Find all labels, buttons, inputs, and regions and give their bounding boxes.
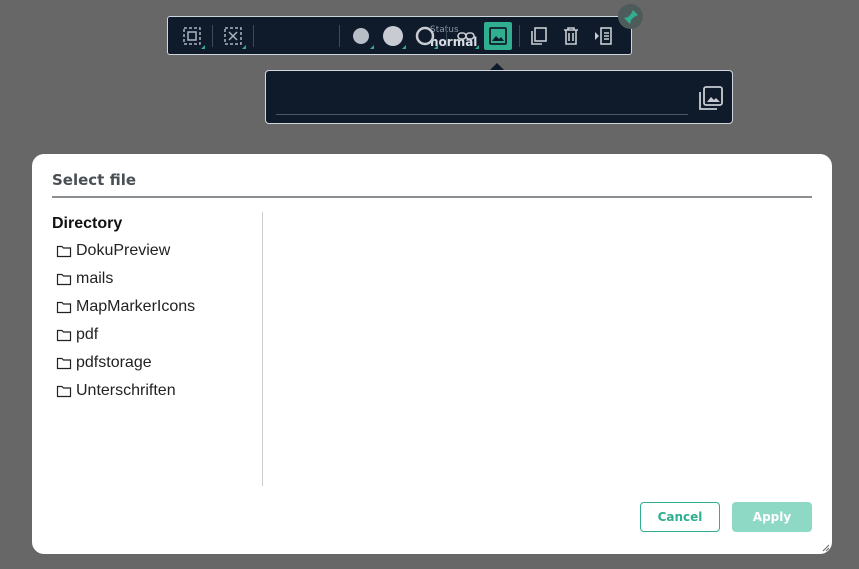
image-icon	[489, 27, 507, 45]
directory-list: DokuPreview mails MapMarkerIcons pdf pdf…	[56, 237, 195, 405]
pin-button[interactable]	[618, 4, 643, 29]
small-dot-button[interactable]	[347, 22, 375, 50]
directory-item-label: Unterschriften	[76, 382, 176, 399]
pin-icon	[623, 9, 638, 24]
ring-icon	[415, 26, 435, 46]
browse-images-button[interactable]	[698, 85, 724, 111]
copy-button[interactable]	[525, 22, 553, 50]
deselect-icon	[224, 27, 242, 45]
directory-item-pdfstorage[interactable]: pdfstorage	[56, 349, 195, 377]
apply-button[interactable]: Apply	[732, 502, 812, 532]
image-url-input[interactable]	[276, 79, 688, 115]
directory-item-pdf[interactable]: pdf	[56, 321, 195, 349]
element-toolbar: Status normal	[167, 16, 632, 55]
directory-item-mails[interactable]: mails	[56, 265, 195, 293]
dialog-title-divider	[52, 196, 812, 198]
directory-item-unterschriften[interactable]: Unterschriften	[56, 377, 195, 405]
trash-icon	[564, 27, 578, 45]
select-area-button[interactable]	[178, 22, 206, 50]
directory-item-label: DokuPreview	[76, 242, 171, 259]
select-file-dialog: Select file Directory DokuPreview mails …	[32, 154, 832, 554]
folder-icon	[56, 273, 72, 286]
insert-right-button[interactable]	[589, 22, 617, 50]
folder-icon	[56, 329, 72, 342]
link-icon	[457, 32, 475, 40]
copy-icon	[531, 27, 547, 45]
directory-item-label: pdf	[76, 326, 99, 343]
link-button[interactable]	[452, 22, 480, 50]
select-area-icon	[183, 27, 201, 45]
image-library-icon	[699, 86, 723, 110]
directory-item-mapmarkericons[interactable]: MapMarkerIcons	[56, 293, 195, 321]
delete-button[interactable]	[557, 22, 585, 50]
directory-heading: Directory	[52, 215, 123, 232]
directory-item-label: pdfstorage	[76, 354, 152, 371]
insert-right-icon	[595, 27, 612, 45]
resize-grip-icon[interactable]	[822, 544, 830, 552]
folder-icon	[56, 245, 72, 258]
folder-icon	[56, 357, 72, 370]
directory-item-label: MapMarkerIcons	[76, 298, 196, 315]
cancel-button[interactable]: Cancel	[640, 502, 720, 532]
ring-button[interactable]	[411, 22, 439, 50]
deselect-button[interactable]	[219, 22, 247, 50]
image-button[interactable]	[484, 22, 512, 50]
folder-icon	[56, 385, 72, 398]
directory-item-label: mails	[76, 270, 114, 287]
fill-dot-icon	[353, 28, 369, 44]
image-url-popup	[265, 70, 733, 124]
panel-divider	[262, 212, 263, 486]
dialog-title: Select file	[52, 171, 137, 189]
folder-icon	[56, 301, 72, 314]
large-dot-button[interactable]	[379, 22, 407, 50]
directory-item-dokupreview[interactable]: DokuPreview	[56, 237, 195, 265]
